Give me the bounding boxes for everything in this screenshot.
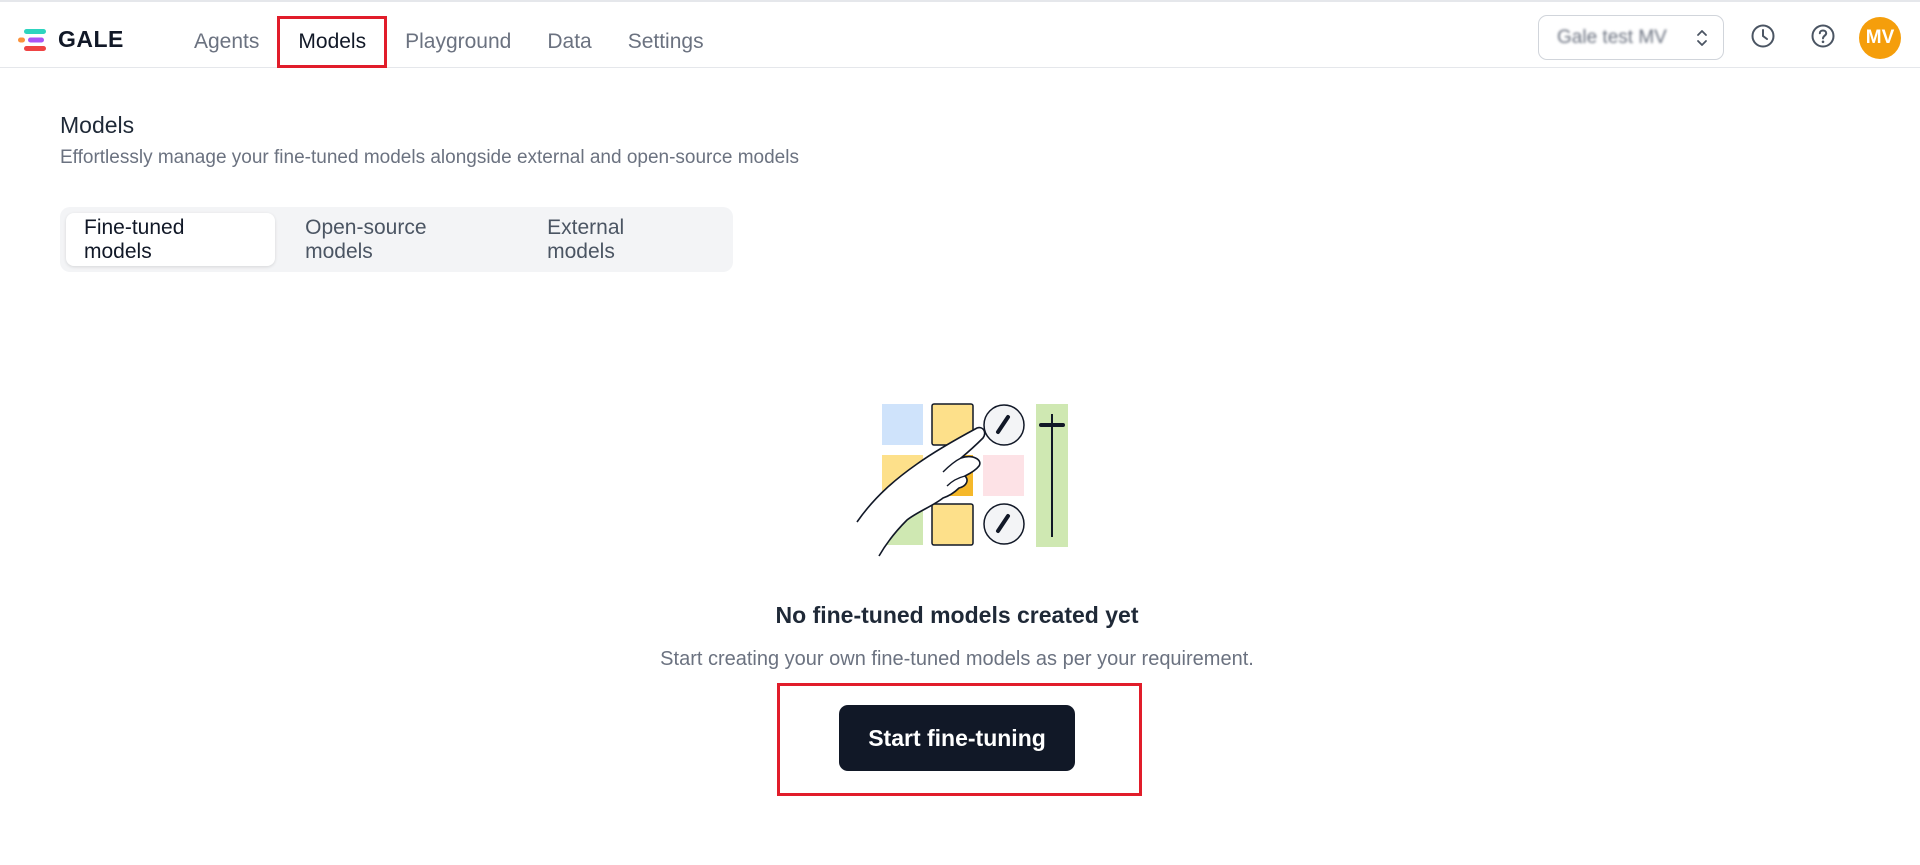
main-nav: Agents Models Playground Data Settings — [176, 16, 722, 68]
nav-item-playground[interactable]: Playground — [387, 16, 529, 68]
nav-item-data[interactable]: Data — [529, 16, 609, 68]
empty-state-description: Start creating your own fine-tuned model… — [660, 648, 1254, 670]
gale-logo-icon — [18, 28, 46, 51]
tab-fine-tuned-models[interactable]: Fine-tuned models — [66, 213, 276, 266]
start-fine-tuning-button[interactable]: Start fine-tuning — [839, 705, 1075, 771]
tab-external-models[interactable]: External models — [529, 213, 715, 266]
help-icon[interactable] — [1809, 22, 1837, 50]
top-navigation-bar: GALE Agents Models Playground Data Setti… — [0, 0, 1920, 68]
page-title: Models — [60, 112, 135, 138]
tab-open-source-models[interactable]: Open-source models — [287, 213, 517, 266]
nav-item-settings[interactable]: Settings — [610, 16, 722, 68]
nav-item-models[interactable]: Models — [277, 16, 388, 68]
brand-logo[interactable]: GALE — [18, 26, 124, 53]
workspace-selector[interactable]: Gale test MV — [1538, 15, 1724, 60]
empty-state-title: No fine-tuned models created yet — [775, 602, 1139, 628]
clock-icon[interactable] — [1749, 22, 1777, 50]
nav-item-agents[interactable]: Agents — [176, 16, 277, 68]
model-type-tabs: Fine-tuned models Open-source models Ext… — [60, 207, 733, 272]
brand-name: GALE — [58, 26, 124, 52]
hand-pressing-controls-illustration — [856, 403, 1068, 557]
page-subtitle: Effortlessly manage your fine-tuned mode… — [60, 147, 799, 168]
chevron-up-down-icon — [1697, 29, 1707, 46]
workspace-name: Gale test MV — [1557, 26, 1667, 48]
user-avatar[interactable]: MV — [1859, 17, 1901, 59]
